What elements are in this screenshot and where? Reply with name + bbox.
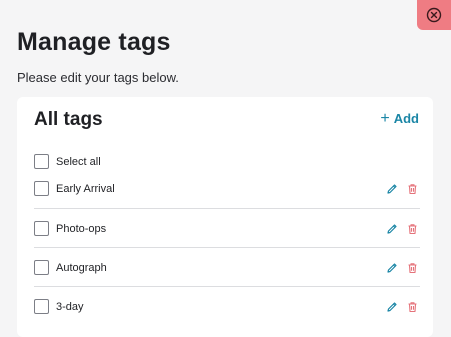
trash-icon[interactable] (407, 262, 418, 274)
page-subtitle: Please edit your tags below. (17, 70, 179, 85)
select-all-label: Select all (56, 155, 101, 168)
close-button[interactable] (417, 0, 451, 30)
pencil-icon[interactable] (386, 183, 398, 195)
trash-icon[interactable] (407, 183, 418, 195)
tag-label: Autograph (56, 261, 107, 274)
card-title: All tags (34, 109, 103, 130)
tag-actions (386, 301, 418, 313)
select-all-checkbox[interactable] (34, 154, 49, 169)
tag-row: Photo-ops (34, 209, 420, 248)
tag-label: 3-day (56, 300, 84, 313)
tag-label: Early Arrival (56, 182, 115, 195)
add-tag-label: Add (393, 111, 419, 126)
pencil-icon[interactable] (386, 223, 398, 235)
tag-row: Early Arrival (34, 169, 420, 208)
tags-card: All tags + Add Select all Early Arrival … (17, 97, 433, 337)
tag-actions (386, 262, 418, 274)
add-tag-button[interactable]: + Add (380, 110, 419, 127)
plus-icon: + (380, 110, 390, 127)
tag-row: 3-day (34, 287, 420, 326)
tag-checkbox[interactable] (34, 260, 49, 275)
tag-checkbox[interactable] (34, 299, 49, 314)
trash-icon[interactable] (407, 301, 418, 313)
pencil-icon[interactable] (386, 301, 398, 313)
close-icon (426, 7, 442, 23)
trash-icon[interactable] (407, 223, 418, 235)
tag-actions (386, 223, 418, 235)
pencil-icon[interactable] (386, 262, 398, 274)
tag-checkbox[interactable] (34, 221, 49, 236)
page-title: Manage tags (17, 28, 171, 56)
tag-actions (386, 183, 418, 195)
tag-label: Photo-ops (56, 222, 107, 235)
tag-row: Autograph (34, 248, 420, 287)
tag-checkbox[interactable] (34, 181, 49, 196)
select-all-row: Select all (34, 154, 101, 169)
